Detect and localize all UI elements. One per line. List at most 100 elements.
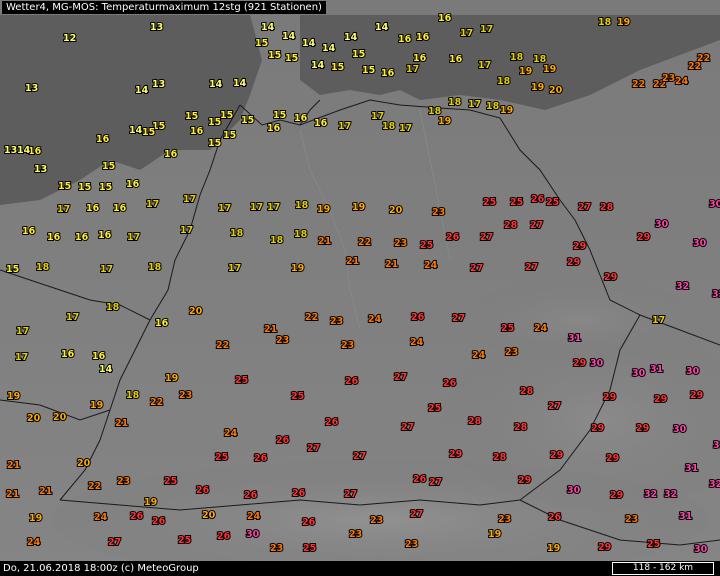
station-value: 25 — [291, 391, 304, 402]
station-value: 25 — [428, 403, 441, 414]
station-value: 14 — [302, 38, 316, 49]
station-value: 15 — [285, 53, 298, 64]
station-value: 30 — [655, 219, 669, 230]
footer-bar: Do, 21.06.2018 18:00z (c) MeteoGroup 118… — [0, 561, 720, 576]
station-value: 29 — [449, 449, 462, 460]
station-value: 16 — [294, 113, 308, 124]
station-value: 32 — [712, 289, 720, 300]
station-value: 24 — [94, 512, 108, 523]
station-value: 15 — [78, 182, 91, 193]
station-value: 16 — [75, 232, 89, 243]
station-value: 29 — [573, 358, 586, 369]
station-value: 17 — [183, 194, 196, 205]
station-value: 23 — [662, 73, 675, 84]
station-value: 18 — [448, 97, 462, 108]
station-value: 27 — [530, 220, 543, 231]
station-value: 15 — [185, 111, 198, 122]
station-value: 25 — [510, 197, 523, 208]
header-bar: Wetter4, MG-MOS: Temperaturmaximum 12stg… — [0, 0, 720, 15]
station-value: 15 — [208, 138, 221, 149]
station-value: 16 — [190, 126, 204, 137]
station-value: 15 — [255, 38, 268, 49]
station-value: 25 — [501, 323, 514, 334]
station-value: 23 — [341, 340, 354, 351]
station-value: 30 — [590, 358, 604, 369]
station-value: 21 — [385, 259, 398, 270]
station-value: 14 — [282, 31, 296, 42]
station-value: 14 — [17, 145, 31, 156]
station-value: 23 — [625, 514, 638, 525]
station-value: 19 — [543, 64, 556, 75]
station-value: 24 — [472, 350, 486, 361]
station-value: 19 — [547, 543, 560, 554]
station-value: 27 — [578, 202, 591, 213]
scale-label: 118 - 162 km — [632, 563, 694, 573]
station-value: 23 — [498, 514, 511, 525]
station-value: 18 — [598, 17, 612, 28]
station-value: 16 — [92, 351, 106, 362]
station-value: 16 — [96, 134, 110, 145]
station-value: 21 — [39, 486, 52, 497]
station-value: 20 — [77, 458, 91, 469]
station-value: 23 — [330, 316, 343, 327]
station-value: 26 — [413, 474, 427, 485]
station-value: 16 — [61, 349, 75, 360]
station-value: 31 — [650, 364, 663, 375]
station-value: 22 — [358, 237, 371, 248]
station-value: 16 — [164, 149, 178, 160]
station-value: 28 — [493, 452, 507, 463]
station-value: 27 — [344, 489, 357, 500]
station-value: 30 — [686, 366, 700, 377]
station-value: 25 — [647, 539, 660, 550]
station-value: 16 — [413, 53, 427, 64]
station-value: 17 — [180, 225, 193, 236]
station-value: 23 — [349, 529, 362, 540]
station-value: 17 — [480, 24, 493, 35]
station-value: 20 — [189, 306, 203, 317]
station-value: 17 — [652, 315, 665, 326]
station-value: 16 — [113, 203, 127, 214]
station-value: 20 — [389, 205, 403, 216]
weather-map: 12 13 13 14 13 14 14 14 14 14 14 14 15 15 15 14 15 15 14 16… — [0, 0, 720, 576]
station-value: 23 — [117, 476, 130, 487]
station-value: 20 — [202, 510, 216, 521]
station-value: 15 — [58, 181, 71, 192]
station-value: 14 — [311, 60, 325, 71]
station-value: 30 — [709, 199, 720, 210]
station-value: 15 — [220, 110, 233, 121]
station-value: 23 — [270, 543, 283, 554]
station-value: 19 — [352, 202, 365, 213]
station-value: 19 — [500, 105, 513, 116]
station-value: 19 — [144, 497, 157, 508]
station-value: 29 — [636, 423, 649, 434]
station-value: 26 — [152, 516, 166, 527]
station-value: 27 — [410, 509, 423, 520]
station-value: 18 — [126, 390, 140, 401]
station-value: 18 — [270, 235, 284, 246]
station-value: 14 — [261, 22, 275, 33]
station-value: 18 — [230, 228, 244, 239]
station-value: 19 — [438, 116, 451, 127]
station-value: 15 — [102, 161, 115, 172]
station-value: 32 — [676, 281, 689, 292]
station-value: 18 — [497, 76, 511, 87]
station-value: 23 — [432, 207, 445, 218]
station-value: 29 — [573, 241, 586, 252]
map-title: Wetter4, MG-MOS: Temperaturmaximum 12stg… — [2, 1, 326, 14]
station-value: 13 — [152, 79, 165, 90]
station-value: 12 — [63, 33, 76, 44]
station-value: 15 — [362, 65, 375, 76]
station-value: 17 — [399, 123, 412, 134]
station-value: 26 — [446, 232, 460, 243]
station-value: 26 — [244, 490, 258, 501]
station-value: 27 — [394, 372, 407, 383]
station-value: 24 — [27, 537, 41, 548]
station-value: 17 — [228, 263, 241, 274]
station-value: 15 — [142, 127, 155, 138]
station-value: 32 — [664, 489, 677, 500]
station-value: 26 — [443, 378, 457, 389]
station-value: 26 — [196, 485, 210, 496]
station-value: 21 — [264, 324, 277, 335]
station-value: 31 — [713, 440, 720, 451]
station-value: 15 — [273, 110, 286, 121]
